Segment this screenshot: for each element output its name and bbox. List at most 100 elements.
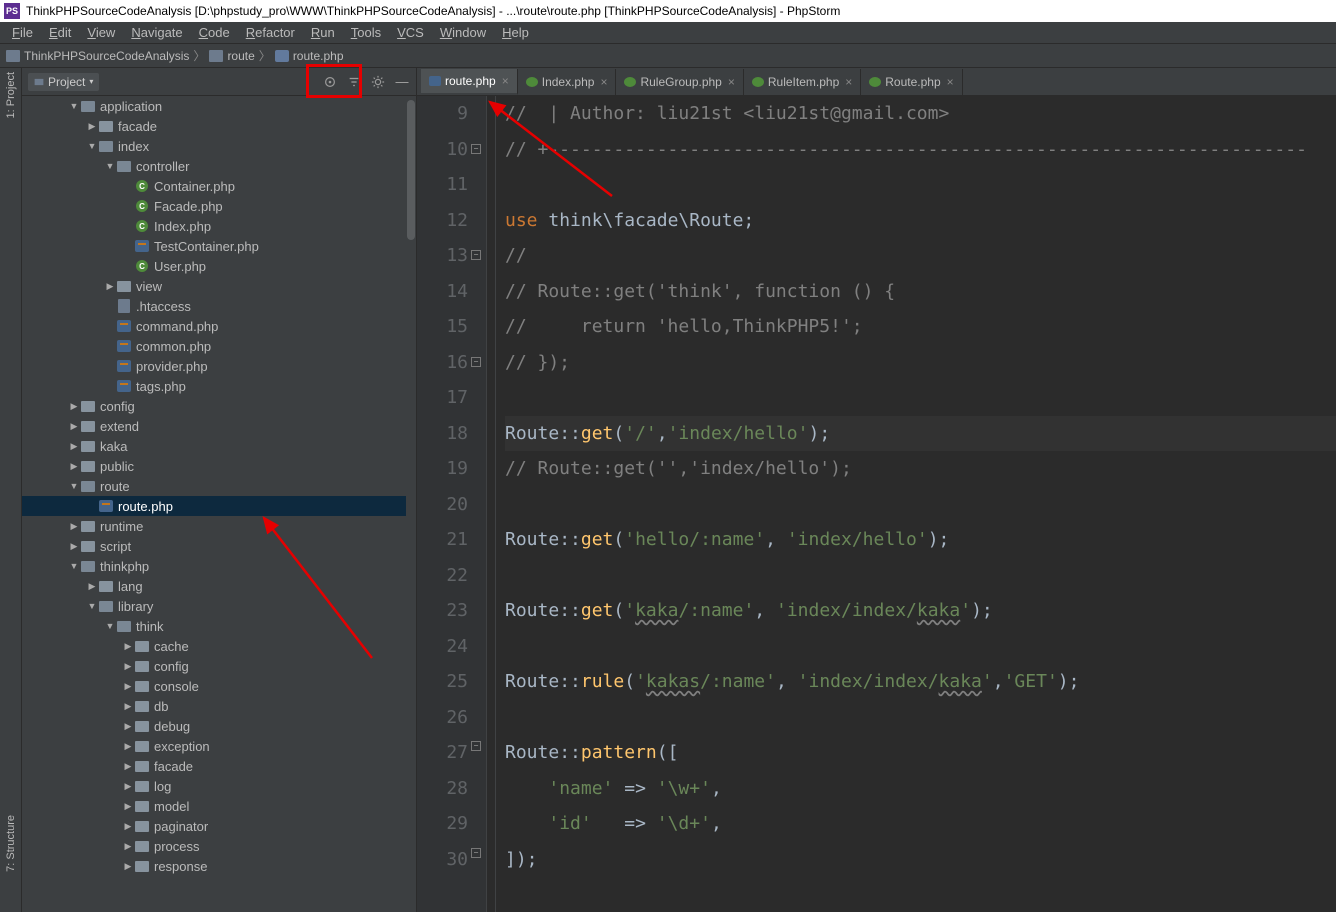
chevron-down-icon[interactable]: ▼ — [68, 101, 80, 111]
tree-item--htaccess[interactable]: .htaccess — [22, 296, 416, 316]
code-line[interactable]: Route::rule('kakas/:name', 'index/index/… — [505, 664, 1336, 700]
code-line[interactable] — [505, 487, 1336, 523]
editor-tab-route-php[interactable]: Route.php× — [861, 69, 962, 95]
code-line[interactable] — [505, 167, 1336, 203]
tree-item-lang[interactable]: ▶lang — [22, 576, 416, 596]
breadcrumb-route-php[interactable]: route.php — [273, 49, 346, 63]
scrollbar-thumb[interactable] — [407, 100, 415, 240]
menu-view[interactable]: View — [79, 23, 123, 42]
tree-item-tags-php[interactable]: tags.php — [22, 376, 416, 396]
tree-item-think[interactable]: ▼think — [22, 616, 416, 636]
close-icon[interactable]: × — [947, 75, 954, 89]
tree-item-route-php[interactable]: route.php — [22, 496, 416, 516]
tree-item-paginator[interactable]: ▶paginator — [22, 816, 416, 836]
tree-item-thinkphp[interactable]: ▼thinkphp — [22, 556, 416, 576]
gear-icon[interactable] — [370, 74, 386, 90]
project-view-selector[interactable]: Project ▾ — [28, 73, 99, 91]
minimize-icon[interactable]: — — [394, 74, 410, 90]
code-line[interactable] — [505, 380, 1336, 416]
tree-item-script[interactable]: ▶script — [22, 536, 416, 556]
code-editor[interactable]: −−−−− 9101112131415161718192021222324252… — [417, 96, 1336, 912]
code-line[interactable]: Route::pattern([ — [505, 735, 1336, 771]
tree-item-cache[interactable]: ▶cache — [22, 636, 416, 656]
chevron-right-icon[interactable]: ▶ — [86, 581, 98, 592]
tree-item-application[interactable]: ▼application — [22, 96, 416, 116]
chevron-down-icon[interactable]: ▼ — [86, 141, 98, 151]
tree-item-index-php[interactable]: CIndex.php — [22, 216, 416, 236]
chevron-right-icon[interactable]: ▶ — [122, 641, 134, 652]
tree-item-db[interactable]: ▶db — [22, 696, 416, 716]
fold-toggle-icon[interactable]: − — [471, 848, 481, 858]
chevron-right-icon[interactable]: ▶ — [122, 841, 134, 852]
code-line[interactable]: // Route::get('','index/hello'); — [505, 451, 1336, 487]
breadcrumb-thinkphpsourcecodeanalysis[interactable]: ThinkPHPSourceCodeAnalysis — [4, 49, 191, 63]
menu-help[interactable]: Help — [494, 23, 537, 42]
tree-item-process[interactable]: ▶process — [22, 836, 416, 856]
tree-item-library[interactable]: ▼library — [22, 596, 416, 616]
code-line[interactable]: 'name' => '\w+', — [505, 771, 1336, 807]
tree-item-response[interactable]: ▶response — [22, 856, 416, 876]
chevron-right-icon[interactable]: ▶ — [122, 781, 134, 792]
chevron-down-icon[interactable]: ▼ — [104, 621, 116, 631]
chevron-down-icon[interactable]: ▼ — [68, 481, 80, 491]
tree-item-controller[interactable]: ▼controller — [22, 156, 416, 176]
code-line[interactable] — [505, 629, 1336, 665]
chevron-down-icon[interactable]: ▼ — [68, 561, 80, 571]
tree-item-public[interactable]: ▶public — [22, 456, 416, 476]
close-icon[interactable]: × — [502, 74, 509, 88]
tree-item-testcontainer-php[interactable]: TestContainer.php — [22, 236, 416, 256]
tree-item-console[interactable]: ▶console — [22, 676, 416, 696]
tree-item-model[interactable]: ▶model — [22, 796, 416, 816]
chevron-right-icon[interactable]: ▶ — [104, 281, 116, 292]
tree-item-user-php[interactable]: CUser.php — [22, 256, 416, 276]
chevron-down-icon[interactable]: ▼ — [86, 601, 98, 611]
code-line[interactable]: // }); — [505, 345, 1336, 381]
fold-toggle-icon[interactable]: − — [471, 741, 481, 751]
chevron-right-icon[interactable]: ▶ — [68, 441, 80, 452]
editor-tab-ruleitem-php[interactable]: RuleItem.php× — [744, 69, 861, 95]
chevron-right-icon[interactable]: ▶ — [122, 701, 134, 712]
code-line[interactable]: Route::get('/','index/hello'); — [505, 416, 1336, 452]
chevron-right-icon[interactable]: ▶ — [68, 541, 80, 552]
code-line[interactable]: // — [505, 238, 1336, 274]
chevron-right-icon[interactable]: ▶ — [122, 821, 134, 832]
editor-tab-rulegroup-php[interactable]: RuleGroup.php× — [616, 69, 743, 95]
tree-item-route[interactable]: ▼route — [22, 476, 416, 496]
code-line[interactable]: use think\facade\Route; — [505, 203, 1336, 239]
fold-toggle-icon[interactable]: − — [471, 357, 481, 367]
menu-vcs[interactable]: VCS — [389, 23, 432, 42]
tree-item-log[interactable]: ▶log — [22, 776, 416, 796]
code-line[interactable]: 'id' => '\d+', — [505, 806, 1336, 842]
chevron-right-icon[interactable]: ▶ — [68, 461, 80, 472]
menu-edit[interactable]: Edit — [41, 23, 79, 42]
tree-item-container-php[interactable]: CContainer.php — [22, 176, 416, 196]
tree-item-view[interactable]: ▶view — [22, 276, 416, 296]
chevron-right-icon[interactable]: ▶ — [122, 721, 134, 732]
code-line[interactable]: Route::get('hello/:name', 'index/hello')… — [505, 522, 1336, 558]
chevron-right-icon[interactable]: ▶ — [68, 421, 80, 432]
fold-toggle-icon[interactable]: − — [471, 250, 481, 260]
tree-item-facade[interactable]: ▶facade — [22, 116, 416, 136]
code-line[interactable]: // | Author: liu21st <liu21st@gmail.com> — [505, 96, 1336, 132]
toolwindow-tab-project[interactable]: 1: Project — [5, 72, 17, 118]
tree-item-common-php[interactable]: common.php — [22, 336, 416, 356]
chevron-right-icon[interactable]: ▶ — [68, 521, 80, 532]
chevron-right-icon[interactable]: ▶ — [122, 861, 134, 872]
editor-tab-index-php[interactable]: Index.php× — [518, 69, 617, 95]
chevron-right-icon[interactable]: ▶ — [86, 121, 98, 132]
close-icon[interactable]: × — [728, 75, 735, 89]
chevron-right-icon[interactable]: ▶ — [122, 661, 134, 672]
close-icon[interactable]: × — [600, 75, 607, 89]
tree-item-facade-php[interactable]: CFacade.php — [22, 196, 416, 216]
code-line[interactable]: // +------------------------------------… — [505, 132, 1336, 168]
code-line[interactable]: ]); — [505, 842, 1336, 878]
tree-item-exception[interactable]: ▶exception — [22, 736, 416, 756]
editor-tab-route-php[interactable]: route.php× — [421, 69, 518, 95]
code-line[interactable]: Route::get('kaka/:name', 'index/index/ka… — [505, 593, 1336, 629]
tree-item-index[interactable]: ▼index — [22, 136, 416, 156]
target-icon[interactable] — [322, 74, 338, 90]
tree-item-runtime[interactable]: ▶runtime — [22, 516, 416, 536]
close-icon[interactable]: × — [845, 75, 852, 89]
menu-refactor[interactable]: Refactor — [238, 23, 303, 42]
chevron-right-icon[interactable]: ▶ — [122, 681, 134, 692]
